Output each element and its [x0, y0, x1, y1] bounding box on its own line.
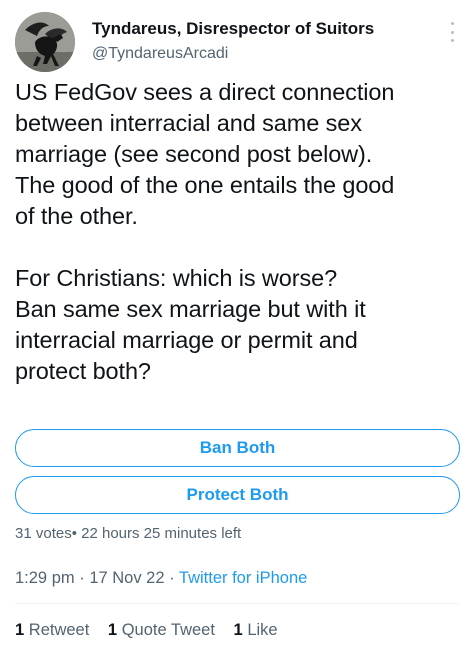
separator: · — [169, 569, 175, 587]
likes-count: 1 — [233, 621, 243, 639]
tweet-source-link[interactable]: Twitter for iPhone — [179, 569, 307, 587]
author-display-name[interactable]: Tyndareus, Disrespector of Suitors — [92, 19, 374, 39]
divider — [15, 603, 459, 604]
quote-tweets-stat[interactable]: 1 Quote Tweet — [108, 621, 215, 639]
tweet: Tyndareus, Disrespector of Suitors @Tynd… — [0, 0, 474, 653]
tweet-timestamp: 1:29 pm · 17 Nov 22 · Twitter for iPhone — [15, 569, 307, 588]
tweet-paragraph: For Christians: which is worse? Ban same… — [15, 265, 366, 384]
tweet-paragraph: US FedGov sees a direct connection betwe… — [15, 79, 395, 229]
poll-option-protect-both[interactable]: Protect Both — [15, 476, 460, 514]
more-icon[interactable] — [445, 22, 459, 42]
tweet-text: US FedGov sees a direct connection betwe… — [15, 77, 459, 387]
poll-meta: 31 votes• 22 hours 25 minutes left — [15, 525, 242, 542]
tweet-time[interactable]: 1:29 pm — [15, 569, 75, 587]
quotes-count: 1 — [107, 621, 118, 639]
avatar[interactable] — [15, 12, 75, 72]
tweet-date[interactable]: 17 Nov 22 — [89, 569, 164, 587]
tweet-header: Tyndareus, Disrespector of Suitors @Tynd… — [15, 12, 459, 72]
quotes-label: Quote Tweet — [121, 621, 215, 639]
separator: · — [79, 569, 85, 587]
likes-stat[interactable]: 1 Like — [234, 621, 278, 639]
retweets-stat[interactable]: 1 Retweet — [15, 621, 89, 639]
pegasus-avatar-icon — [15, 12, 75, 72]
tweet-stats: 1 Retweet 1 Quote Tweet 1 Like — [15, 621, 292, 640]
retweets-count: 1 — [15, 621, 25, 639]
retweets-label: Retweet — [28, 621, 90, 639]
poll-option-ban-both[interactable]: Ban Both — [15, 429, 460, 467]
likes-label: Like — [247, 621, 278, 639]
author-handle[interactable]: @TyndareusArcadi — [92, 45, 228, 63]
